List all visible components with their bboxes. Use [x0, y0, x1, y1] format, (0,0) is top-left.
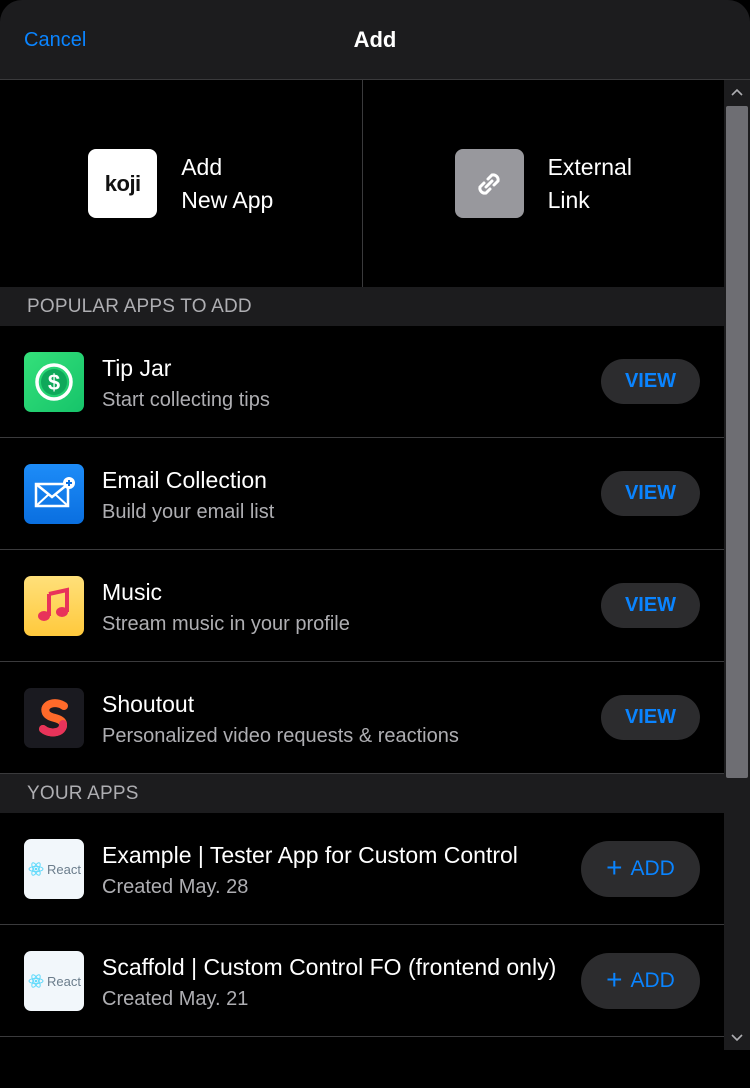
popular-apps-heading: POPULAR APPS TO ADD	[0, 287, 724, 326]
list-item-tip-jar[interactable]: $ Tip Jar Start collecting tips VIEW	[0, 326, 724, 438]
external-link-tile[interactable]: External Link	[361, 80, 725, 287]
modal-title: Add	[353, 27, 397, 52]
modal-header: Cancel Add	[0, 0, 750, 80]
dollar-icon: $	[24, 352, 84, 412]
music-note-icon	[24, 576, 84, 636]
app-title: Music	[102, 579, 163, 605]
app-title: Scaffold | Custom Control FO (frontend o…	[102, 954, 557, 980]
app-created-date: Created May. 28	[102, 876, 249, 898]
add-button-label: ADD	[630, 969, 675, 992]
react-icon-text: React	[47, 861, 81, 877]
add-button[interactable]: + ADD	[581, 953, 700, 1009]
app-subtitle: Stream music in your profile	[102, 613, 350, 635]
app-title: Example | Tester App for Custom Control	[102, 842, 518, 868]
link-icon	[454, 149, 524, 218]
list-item-scaffold-app[interactable]: React Scaffold | Custom Control FO (fron…	[0, 925, 724, 1037]
view-button[interactable]: VIEW	[601, 583, 700, 628]
app-title: Email Collection	[102, 467, 267, 493]
add-new-app-label: Add New App	[181, 153, 274, 213]
list-item-email-collection[interactable]: Email Collection Build your email list V…	[0, 438, 724, 550]
view-button[interactable]: VIEW	[601, 359, 700, 404]
plus-icon: +	[606, 963, 623, 995]
plus-icon: +	[606, 851, 623, 883]
list-item-example-app[interactable]: React Example | Tester App for Custom Co…	[0, 813, 724, 925]
react-icon-text: React	[47, 973, 81, 989]
scrollbar[interactable]	[724, 80, 750, 1050]
your-apps-heading: YOUR APPS	[0, 774, 724, 813]
list-item-shoutout[interactable]: Shoutout Personalized video requests & r…	[0, 662, 724, 774]
app-title: Tip Jar	[102, 355, 172, 381]
scroll-down-chevron-icon[interactable]	[724, 1026, 750, 1050]
view-button[interactable]: VIEW	[601, 471, 700, 516]
scrollbar-thumb[interactable]	[726, 106, 748, 778]
shoutout-icon	[24, 688, 84, 748]
koji-logo-icon: koji	[88, 149, 158, 218]
app-subtitle: Personalized video requests & reactions	[102, 725, 459, 747]
add-sheet-content: koji Add New App External Link POPULAR A…	[0, 80, 724, 1088]
app-subtitle: Start collecting tips	[102, 389, 270, 411]
app-subtitle: Build your email list	[102, 501, 275, 523]
app-title: Shoutout	[102, 691, 195, 717]
add-options: koji Add New App External Link	[0, 80, 724, 287]
add-new-app-tile[interactable]: koji Add New App	[0, 80, 362, 287]
react-icon: React	[24, 839, 84, 899]
add-button[interactable]: + ADD	[581, 841, 700, 897]
add-button-label: ADD	[630, 857, 675, 880]
scroll-up-chevron-icon[interactable]	[724, 80, 750, 104]
react-icon: React	[24, 951, 84, 1011]
external-link-label: External Link	[547, 153, 632, 213]
svg-text:$: $	[48, 370, 60, 395]
app-created-date: Created May. 21	[102, 988, 249, 1010]
list-item-music[interactable]: Music Stream music in your profile VIEW	[0, 550, 724, 662]
view-button[interactable]: VIEW	[601, 695, 700, 740]
envelope-icon	[24, 464, 84, 524]
